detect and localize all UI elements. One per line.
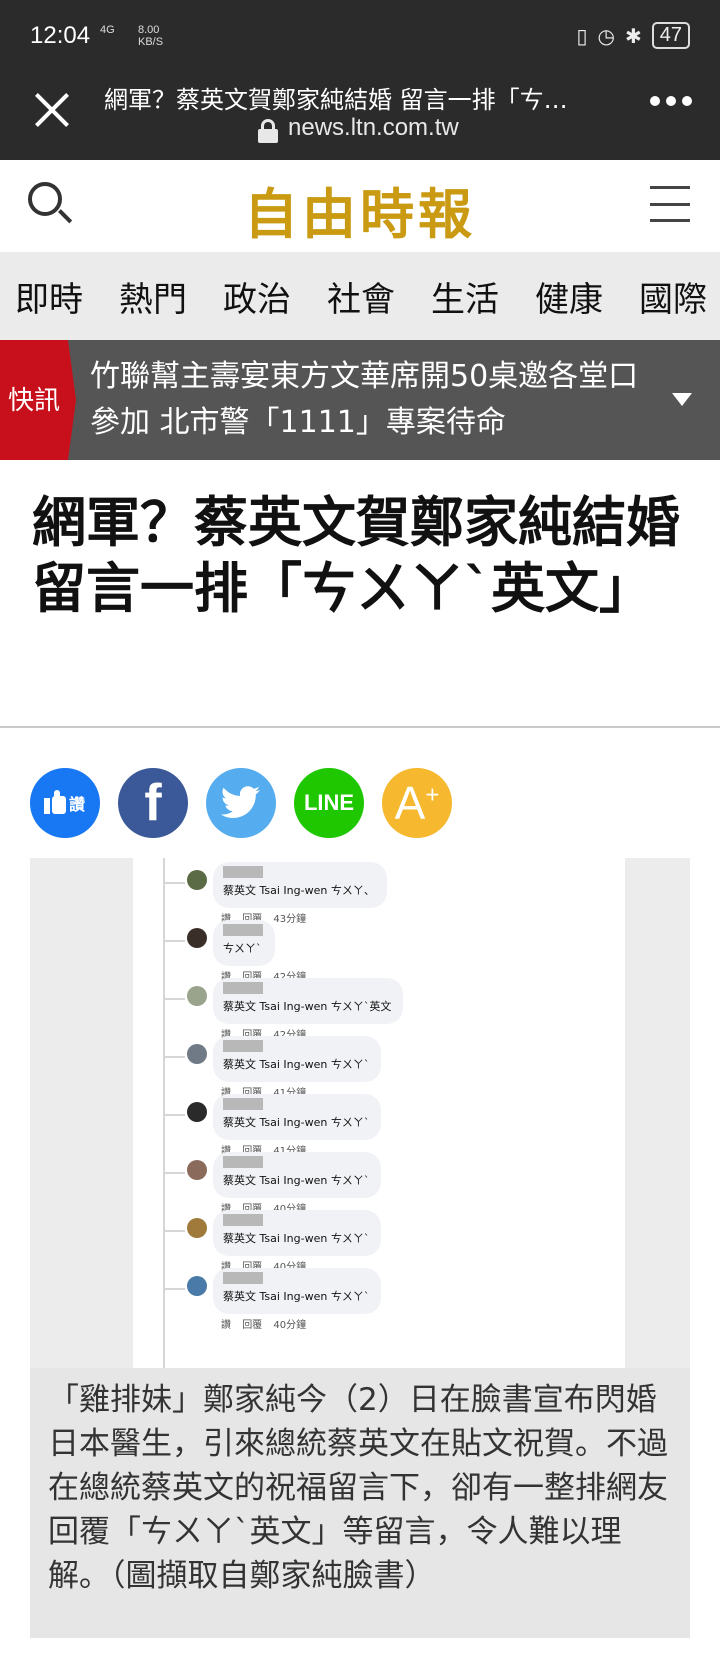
- blurred-name: [223, 1272, 263, 1284]
- article-image[interactable]: 蔡英文 Tsai Ing-wen ㄘㄨㄚ、讚 回覆 43分鐘ㄘㄨㄚˋ讚 回覆 4…: [30, 858, 690, 1368]
- comment-bubble: 蔡英文 Tsai Ing-wen ㄘㄨㄚ、: [213, 862, 387, 908]
- blurred-name: [223, 1156, 263, 1168]
- comment-row: ㄘㄨㄚˋ讚 回覆 42分鐘: [161, 920, 631, 983]
- status-icons: ▯ ◷ ✱ 47: [577, 22, 690, 49]
- comment-row: 蔡英文 Tsai Ing-wen ㄘㄨㄚ、讚 回覆 43分鐘: [161, 862, 631, 925]
- site-header: 自由時報: [0, 160, 720, 252]
- comments-screenshot: 蔡英文 Tsai Ing-wen ㄘㄨㄚ、讚 回覆 43分鐘ㄘㄨㄚˋ讚 回覆 4…: [133, 858, 625, 1368]
- comment-row: 蔡英文 Tsai Ing-wen ㄘㄨㄚˋ讚 回覆 41分鐘: [161, 1036, 631, 1099]
- comment-row: 蔡英文 Tsai Ing-wen ㄘㄨㄚˋ 讚 回覆 40分鐘: [161, 1268, 631, 1331]
- status-bar: 12:04 4G 8.00 KB/S ▯ ◷ ✱ 47: [0, 0, 720, 72]
- comment-bubble: ㄘㄨㄚˋ: [213, 920, 275, 966]
- chevron-down-icon[interactable]: [672, 393, 692, 406]
- nav-item-society[interactable]: 社會: [327, 272, 395, 321]
- avatar: [187, 1044, 207, 1064]
- font-size-icon: A+: [394, 777, 440, 829]
- blurred-name: [223, 866, 263, 878]
- comment-bubble: 蔡英文 Tsai Ing-wen ㄘㄨㄚˋ: [213, 1210, 382, 1256]
- status-time: 12:04: [30, 22, 91, 49]
- site-logo[interactable]: 自由時報: [240, 170, 480, 249]
- twitter-bird-icon: [221, 786, 260, 818]
- comment-row: 蔡英文 Tsai Ing-wen ㄘㄨㄚˋ讚 回覆 41分鐘: [161, 1094, 631, 1157]
- comment-bubble: 蔡英文 Tsai Ing-wen ㄘㄨㄚˋ: [213, 1152, 382, 1198]
- category-nav: 即時 熱門 政治 社會 生活 健康 國際: [0, 252, 720, 340]
- comment-text: 蔡英文 Tsai Ing-wen ㄘㄨㄚ、: [223, 884, 375, 897]
- hamburger-menu-icon[interactable]: [650, 186, 690, 222]
- comment-text: 蔡英文 Tsai Ing-wen ㄘㄨㄚˋ: [223, 1290, 370, 1303]
- bluetooth-icon: ✱: [624, 23, 642, 48]
- article-headline: 網軍？蔡英文賀鄭家純結婚 留言一排「ㄘㄨㄚˋ英文」: [32, 491, 680, 620]
- search-icon[interactable]: [28, 182, 74, 228]
- nav-item-world[interactable]: 國際: [639, 272, 707, 321]
- comment-text: 蔡英文 Tsai Ing-wen ㄘㄨㄚˋ: [223, 1116, 370, 1129]
- comment-bubble: 蔡英文 Tsai Ing-wen ㄘㄨㄚˋ: [213, 1094, 382, 1140]
- nav-item-life[interactable]: 生活: [431, 272, 499, 321]
- vibrate-icon: ▯: [576, 23, 588, 48]
- line-icon: LINE: [303, 790, 355, 815]
- comment-text: 蔡英文 Tsai Ing-wen ㄘㄨㄚˋ: [223, 1174, 370, 1187]
- avatar: [187, 928, 207, 948]
- comment-time: 40分鐘: [273, 1320, 307, 1331]
- blurred-name: [223, 1098, 263, 1110]
- image-caption: 「雞排妹」鄭家純今（2）日在臉書宣布閃婚日本醫生，引來總統蔡英文在貼文祝賀。不過…: [30, 1368, 690, 1638]
- thumbs-up-icon: [44, 790, 66, 814]
- network-speed-unit: KB/S: [138, 36, 164, 48]
- comment-row: 蔡英文 Tsai Ing-wen ㄘㄨㄚˋ讚 回覆 40分鐘: [161, 1152, 631, 1215]
- breaking-news-text[interactable]: 竹聯幫主壽宴東方文華席開50桌邀各堂口參加 北市警「1111」專案待命: [90, 354, 650, 446]
- battery-icon: 47: [651, 22, 690, 49]
- breaking-news-tag: 快訊: [0, 340, 76, 460]
- font-size-button[interactable]: A+: [382, 768, 452, 838]
- nav-item-popular[interactable]: 熱門: [119, 272, 187, 321]
- comment-bubble: 蔡英文 Tsai Ing-wen ㄘㄨㄚˋ: [213, 1268, 382, 1314]
- comment-row: 蔡英文 Tsai Ing-wen ㄘㄨㄚˋ英文讚 回覆 42分鐘: [161, 978, 631, 1041]
- comment-bubble: 蔡英文 Tsai Ing-wen ㄘㄨㄚˋ: [213, 1036, 382, 1082]
- comment-text: 蔡英文 Tsai Ing-wen ㄘㄨㄚˋ英文: [223, 1000, 392, 1013]
- avatar: [187, 1160, 207, 1180]
- blurred-name: [223, 982, 263, 994]
- avatar: [187, 1102, 207, 1122]
- lock-icon: [258, 119, 278, 143]
- nav-item-health[interactable]: 健康: [535, 272, 603, 321]
- blurred-name: [223, 1040, 263, 1052]
- browser-toolbar: 網軍？蔡英文賀鄭家純結婚 留言一排「ㄘ… news.ltn.com.tw: [0, 72, 720, 160]
- avatar: [187, 1218, 207, 1238]
- nav-item-politics[interactable]: 政治: [223, 272, 291, 321]
- line-share-button[interactable]: LINE: [294, 768, 364, 838]
- avatar: [187, 1276, 207, 1296]
- comment-row: 蔡英文 Tsai Ing-wen ㄘㄨㄚˋ讚 回覆 40分鐘: [161, 1210, 631, 1273]
- comment-text: 蔡英文 Tsai Ing-wen ㄘㄨㄚˋ: [223, 1232, 370, 1245]
- comment-text: 蔡英文 Tsai Ing-wen ㄘㄨㄚˋ: [223, 1058, 370, 1071]
- comment-text: ㄘㄨㄚˋ: [223, 942, 262, 955]
- blurred-name: [223, 1214, 263, 1226]
- browser-url[interactable]: news.ltn.com.tw: [288, 114, 459, 142]
- network-speed: 8.00 KB/S: [138, 24, 163, 48]
- close-icon[interactable]: [28, 86, 76, 134]
- network-indicator: 4G: [100, 24, 115, 36]
- facebook-share-button[interactable]: f: [118, 768, 188, 838]
- comment-like: 讚: [221, 1320, 231, 1331]
- like-button[interactable]: 讚: [30, 768, 100, 838]
- nav-item-realtime[interactable]: 即時: [15, 272, 83, 321]
- alarm-icon: ◷: [597, 23, 615, 48]
- network-speed-value: 8.00: [138, 24, 160, 36]
- twitter-share-button[interactable]: [206, 768, 276, 838]
- like-label: 讚: [68, 795, 85, 814]
- facebook-icon: f: [144, 774, 162, 832]
- more-options-icon[interactable]: [650, 96, 692, 106]
- comment-reply: 回覆: [242, 1320, 263, 1331]
- blurred-name: [223, 924, 263, 936]
- divider: [0, 726, 720, 728]
- avatar: [187, 986, 207, 1006]
- browser-page-title: 網軍？蔡英文賀鄭家純結婚 留言一排「ㄘ…: [104, 86, 568, 114]
- share-bar: 讚 f LINE A+: [30, 768, 452, 838]
- avatar: [187, 870, 207, 890]
- comment-meta: 讚 回覆 40分鐘: [221, 1316, 306, 1331]
- breaking-news-banner[interactable]: 快訊 竹聯幫主壽宴東方文華席開50桌邀各堂口參加 北市警「1111」專案待命: [0, 340, 720, 460]
- comment-bubble: 蔡英文 Tsai Ing-wen ㄘㄨㄚˋ英文: [213, 978, 404, 1024]
